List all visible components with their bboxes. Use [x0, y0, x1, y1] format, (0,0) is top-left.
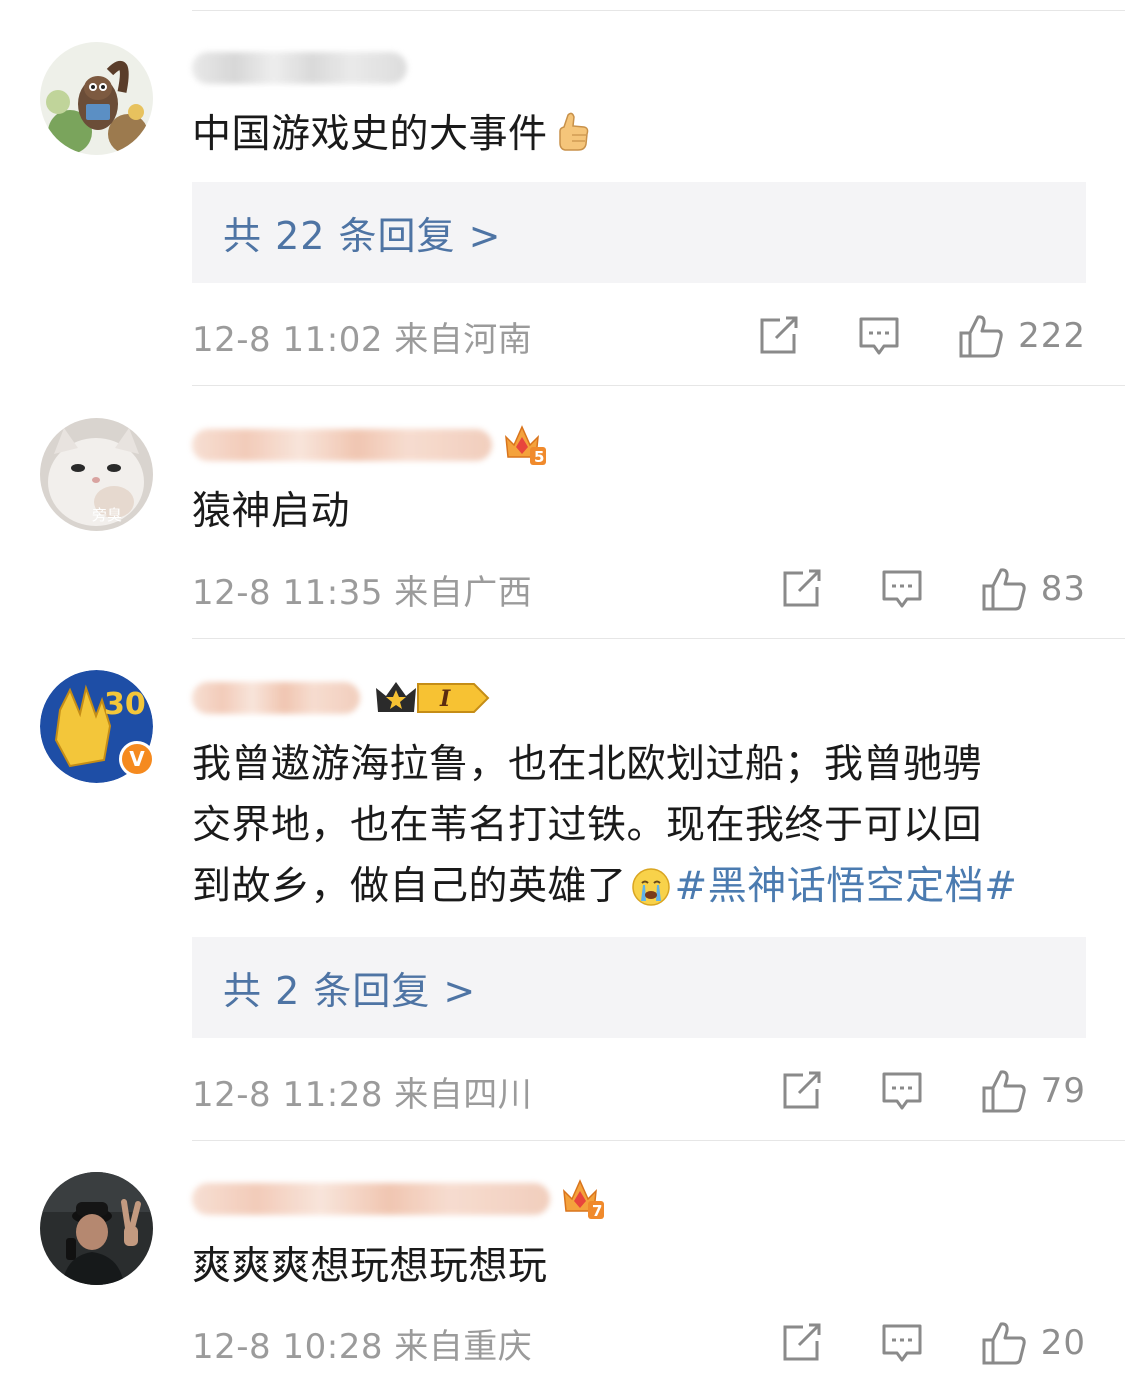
verified-mark: V	[129, 747, 145, 771]
vip-crown-badge-icon: 5	[502, 423, 548, 467]
username-blurred[interactable]	[192, 682, 360, 714]
like-count: 79	[1040, 1071, 1086, 1111]
like-button[interactable]: 20	[981, 1320, 1086, 1366]
comment-meta: 12-8 11:35 来自广西 83	[192, 564, 1086, 614]
comment-meta: 12-8 11:02 来自河南 222	[192, 311, 1086, 361]
action-bar: 20	[781, 1318, 1086, 1368]
like-icon	[982, 568, 1026, 611]
member-level: I	[439, 686, 451, 712]
timestamp-location: 12-8 10:28 来自重庆	[192, 1326, 533, 1367]
like-count: 83	[1040, 569, 1086, 609]
avatar[interactable]	[40, 1172, 153, 1285]
comment-text-line: 交界地，也在苇名打过铁。现在我终于可以回	[192, 803, 983, 848]
like-button[interactable]: 222	[958, 313, 1086, 359]
thumbs-up-emoji-icon	[556, 110, 590, 171]
avatar[interactable]	[40, 42, 153, 155]
comment-text: 中国游戏史的大事件	[192, 104, 1065, 171]
top-divider	[192, 10, 1125, 11]
reply-count-label: 共 22 条回复 >	[223, 214, 502, 258]
share-icon[interactable]	[758, 316, 800, 356]
comment-icon[interactable]	[881, 1071, 923, 1111]
like-count: 222	[1018, 316, 1086, 356]
vip-level: 7	[592, 1202, 602, 1220]
comment-divider	[192, 1140, 1125, 1141]
vip-level: 5	[534, 448, 544, 466]
like-icon	[982, 1070, 1026, 1113]
like-button[interactable]: 83	[981, 566, 1086, 612]
username-row: 7	[192, 1177, 606, 1221]
avatar[interactable]: 旁臭	[40, 418, 153, 531]
action-bar: 83	[781, 564, 1086, 614]
comment-text-line: 我曾遨游海拉鲁，也在北欧划过船；我曾驰骋	[192, 742, 983, 787]
member-crown-badge-icon: I	[374, 678, 490, 718]
username-blurred[interactable]	[192, 52, 407, 84]
like-icon	[982, 1322, 1026, 1365]
verified-badge-icon: V	[119, 741, 155, 777]
like-icon	[959, 315, 1003, 358]
crying-face-emoji-icon	[631, 864, 671, 925]
comment-text: 我曾遨游海拉鲁，也在北欧划过船；我曾驰骋 交界地，也在苇名打过铁。现在我终于可以…	[192, 734, 1065, 925]
share-icon[interactable]	[781, 1071, 823, 1111]
hashtag-link[interactable]: #黑神话悟空定档#	[675, 864, 1018, 909]
timestamp-location: 12-8 11:35 来自广西	[192, 572, 533, 613]
share-icon[interactable]	[781, 1323, 823, 1363]
comment-text: 猿神启动	[192, 489, 351, 534]
timestamp-location: 12-8 11:28 来自四川	[192, 1074, 533, 1115]
avatar-caption: 旁臭	[92, 506, 122, 524]
share-icon[interactable]	[781, 569, 823, 609]
timestamp-location: 12-8 11:02 来自河南	[192, 319, 533, 360]
comment-meta: 12-8 10:28 来自重庆 20	[192, 1318, 1086, 1368]
like-count: 20	[1040, 1323, 1086, 1363]
comment-text: 爽爽爽想玩想玩想玩	[192, 1244, 548, 1289]
comment-meta: 12-8 11:28 来自四川 79	[192, 1066, 1086, 1116]
comment-icon[interactable]	[858, 316, 900, 356]
avatar-number: 30	[104, 687, 146, 722]
username-blurred[interactable]	[192, 1183, 550, 1215]
vip-crown-badge-icon: 7	[560, 1177, 606, 1221]
reply-count-label: 共 2 条回复 >	[223, 969, 477, 1013]
avatar[interactable]: 30 V	[40, 670, 155, 783]
like-button[interactable]: 79	[981, 1068, 1086, 1114]
action-bar: 222	[758, 311, 1086, 361]
username-row: 5	[192, 423, 548, 467]
comment-divider	[192, 638, 1125, 639]
comment-icon[interactable]	[881, 1323, 923, 1363]
action-bar: 79	[781, 1066, 1086, 1116]
username-row	[192, 46, 407, 90]
comment-icon[interactable]	[881, 569, 923, 609]
comment-text-line: 到故乡，做自己的英雄了 #黑神话悟空定档#	[192, 856, 1065, 925]
view-replies-button[interactable]: 共 2 条回复 >	[192, 937, 1086, 1038]
view-replies-button[interactable]: 共 22 条回复 >	[192, 182, 1086, 283]
comment-divider	[192, 385, 1125, 386]
username-blurred[interactable]	[192, 429, 492, 461]
username-row: I	[192, 676, 490, 720]
